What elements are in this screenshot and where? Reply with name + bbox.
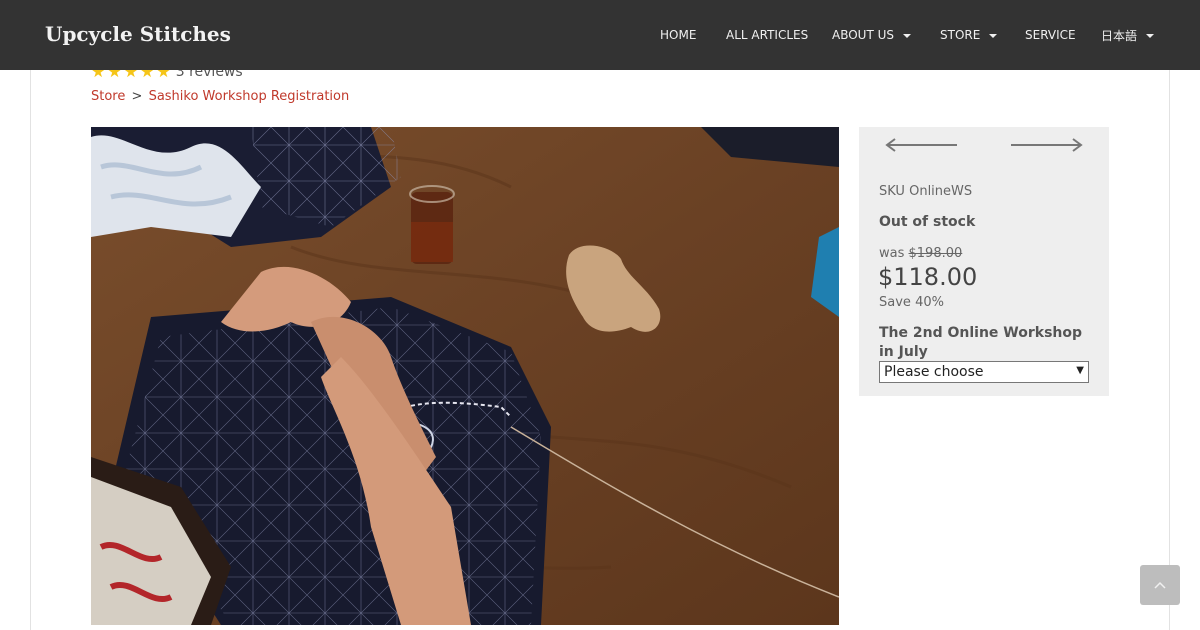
product-image[interactable] bbox=[91, 127, 839, 625]
nav-label: ALL ARTICLES bbox=[726, 28, 809, 42]
select-value: Please choose bbox=[884, 364, 984, 380]
option-label: The 2nd Online Workshop in July bbox=[879, 325, 1083, 360]
site-logo[interactable]: Upcycle Stitches bbox=[45, 22, 231, 46]
was-price: $198.00 bbox=[908, 246, 963, 261]
stock-status: Out of stock bbox=[879, 214, 976, 230]
caret-down-icon bbox=[1146, 33, 1155, 38]
nav-all-articles[interactable]: ALL ARTICLES bbox=[726, 26, 808, 44]
site-header: Upcycle Stitches HOME ALL ARTICLES ABOUT… bbox=[0, 0, 1200, 70]
breadcrumb-store-link[interactable]: Store bbox=[91, 89, 125, 104]
sale-price: $118.00 bbox=[878, 263, 978, 291]
nav-label: HOME bbox=[660, 28, 697, 42]
nav-home[interactable]: HOME bbox=[660, 26, 696, 44]
breadcrumb-current-link[interactable]: Sashiko Workshop Registration bbox=[149, 89, 350, 104]
caret-down-icon bbox=[989, 33, 998, 38]
chevron-up-icon bbox=[1154, 581, 1166, 589]
nav-store[interactable]: STORE bbox=[940, 26, 998, 44]
product-photo-illustration bbox=[91, 127, 839, 625]
dropdown-caret-icon: ▼ bbox=[1076, 365, 1084, 376]
save-label: Save bbox=[879, 295, 911, 310]
nav-label: 日本語 bbox=[1101, 28, 1138, 43]
sku-label: SKU bbox=[879, 184, 905, 199]
caret-down-icon bbox=[903, 33, 912, 38]
nav-language[interactable]: 日本語 bbox=[1101, 26, 1155, 44]
nav-service[interactable]: SERVICE bbox=[1025, 26, 1076, 44]
workshop-option-select[interactable]: Please choose ▼ bbox=[879, 361, 1089, 383]
arrow-left-icon bbox=[885, 138, 957, 152]
save-percent: 40% bbox=[915, 295, 944, 310]
nav-label: ABOUT US bbox=[832, 28, 895, 42]
next-product-button[interactable] bbox=[1007, 135, 1085, 155]
was-label: was bbox=[879, 246, 905, 261]
breadcrumb: Store > Sashiko Workshop Registration bbox=[91, 89, 349, 104]
previous-product-button[interactable] bbox=[883, 135, 961, 155]
original-price: was $198.00 bbox=[879, 246, 962, 261]
breadcrumb-separator: > bbox=[131, 89, 143, 104]
nav-label: STORE bbox=[940, 28, 981, 42]
sku-value: OnlineWS bbox=[909, 184, 973, 199]
nav-label: SERVICE bbox=[1025, 28, 1076, 42]
savings: Save 40% bbox=[879, 295, 944, 310]
product-summary-panel: SKU OnlineWS Out of stock was $198.00 $1… bbox=[859, 127, 1109, 396]
nav-about-us[interactable]: ABOUT US bbox=[832, 26, 912, 44]
arrow-right-icon bbox=[1011, 138, 1083, 152]
back-to-top-button[interactable] bbox=[1140, 565, 1180, 605]
product-sku: SKU OnlineWS bbox=[879, 184, 972, 199]
